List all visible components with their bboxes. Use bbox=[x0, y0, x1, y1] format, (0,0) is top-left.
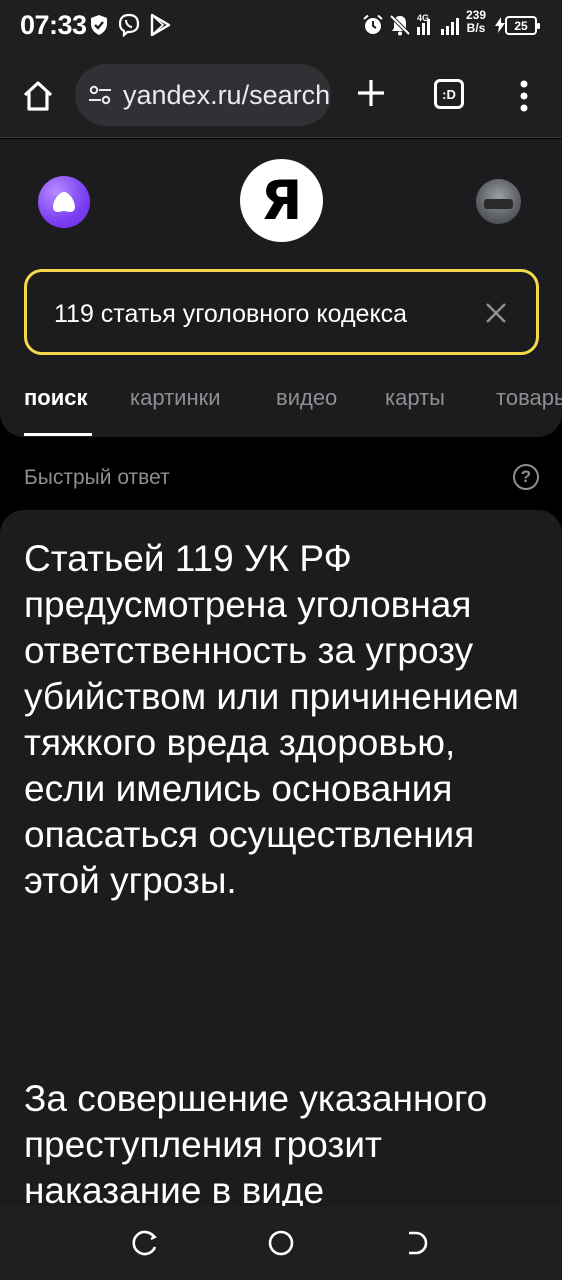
charging-icon bbox=[495, 12, 505, 38]
tab-search[interactable]: поиск bbox=[24, 385, 88, 411]
alarm-icon bbox=[362, 12, 384, 38]
url-text: yandex.ru/search bbox=[123, 79, 331, 110]
battery-indicator: 25 bbox=[505, 16, 540, 35]
browser-toolbar: yandex.ru/search :D bbox=[0, 52, 562, 138]
more-vert-icon bbox=[520, 80, 528, 112]
active-tab-indicator bbox=[24, 433, 92, 436]
recents-icon bbox=[132, 1230, 157, 1256]
quick-answer-label: Быстрый ответ bbox=[24, 466, 170, 489]
browser-menu-button[interactable] bbox=[510, 76, 538, 116]
alice-icon bbox=[53, 192, 75, 212]
home-nav-button[interactable] bbox=[266, 1228, 296, 1258]
plus-icon bbox=[358, 80, 384, 106]
network-speed: 239 B/s bbox=[466, 9, 486, 35]
system-nav-bar bbox=[0, 1206, 562, 1280]
clear-search-button[interactable] bbox=[482, 299, 510, 327]
search-input[interactable]: 119 статья уголовного кодекса bbox=[24, 269, 539, 355]
home-button[interactable] bbox=[18, 76, 58, 116]
close-icon bbox=[486, 303, 506, 323]
network-speed-unit: B/s bbox=[466, 21, 486, 35]
address-bar[interactable]: yandex.ru/search bbox=[75, 64, 331, 126]
shield-icon bbox=[88, 12, 110, 38]
status-time: 07:33 bbox=[20, 10, 87, 40]
tab-maps[interactable]: карты bbox=[385, 385, 445, 411]
signal-icon: 4G bbox=[415, 12, 465, 38]
tab-products[interactable]: товары bbox=[496, 385, 562, 411]
site-settings-icon[interactable] bbox=[87, 82, 113, 108]
back-icon bbox=[409, 1231, 428, 1255]
search-tabs: поиск картинки видео карты товары bbox=[0, 377, 562, 437]
mute-icon bbox=[389, 12, 411, 38]
answer-paragraph: Статьей 119 УК РФ предусмотрена уголовна… bbox=[24, 538, 519, 901]
search-query: 119 статья уголовного кодекса bbox=[54, 300, 408, 328]
home-icon bbox=[23, 81, 53, 111]
tab-video[interactable]: видео bbox=[276, 385, 337, 411]
play-icon bbox=[148, 12, 172, 38]
tab-images[interactable]: картинки bbox=[130, 385, 221, 411]
new-tab-button[interactable] bbox=[350, 72, 392, 114]
circle-home-icon bbox=[268, 1230, 294, 1256]
status-bar: 07:33 4G 239 B/s 25 bbox=[0, 0, 562, 52]
alice-button[interactable] bbox=[38, 176, 90, 228]
tab-switcher-button[interactable]: :D bbox=[434, 79, 464, 109]
yandex-header: Я 119 статья уголовного кодекса поиск ка… bbox=[0, 139, 562, 437]
recents-button[interactable] bbox=[130, 1228, 160, 1258]
help-icon[interactable]: ? bbox=[513, 464, 539, 490]
quick-answer-card: Статьей 119 УК РФ предусмотрена уголовна… bbox=[0, 510, 562, 1210]
back-button[interactable] bbox=[402, 1228, 432, 1258]
viber-icon bbox=[116, 12, 142, 38]
avatar[interactable] bbox=[476, 179, 521, 224]
search-query-text: 119 статья уголовного кодекса bbox=[54, 300, 454, 329]
yandex-logo[interactable]: Я bbox=[240, 159, 323, 242]
answer-paragraph: За совершение указанного преступления гр… bbox=[24, 1078, 488, 1210]
